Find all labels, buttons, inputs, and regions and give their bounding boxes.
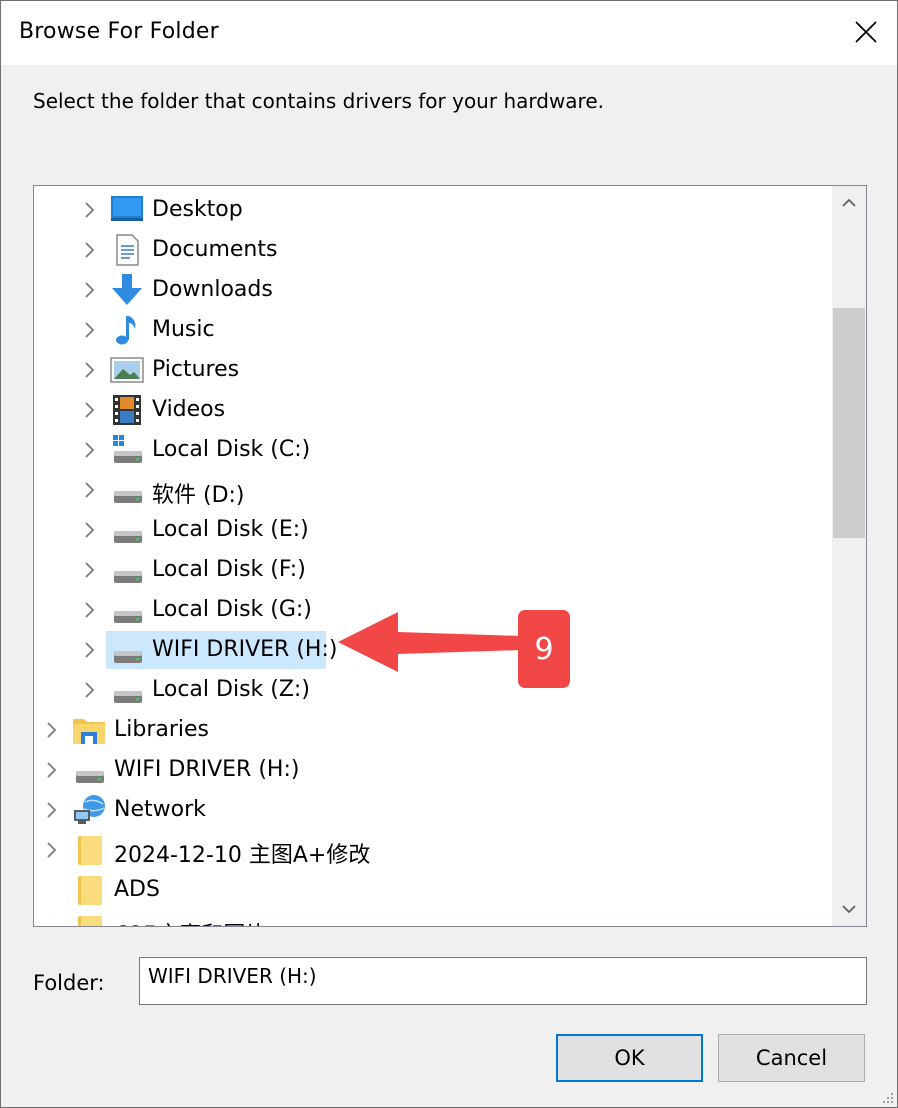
drive-icon: [110, 674, 144, 706]
resize-grip-icon[interactable]: [879, 1089, 895, 1105]
expand-chevron-icon[interactable]: [80, 561, 98, 579]
tree-item-label: 2024-12-10 主图A+修改: [114, 843, 371, 868]
folder-tree[interactable]: Desktop Documents Downloads Music Pictures Vi…: [33, 185, 867, 927]
tree-item[interactable]: Network: [34, 790, 830, 830]
tree-item[interactable]: Local Disk (F:): [34, 550, 830, 590]
desktop-icon: [110, 194, 144, 226]
expand-chevron-icon[interactable]: [80, 321, 98, 339]
folder-icon: [72, 914, 106, 926]
tree-item[interactable]: C25文案和图片: [34, 910, 830, 926]
tree-item-label: WIFI DRIVER (H:): [152, 637, 338, 662]
tree-item[interactable]: Documents: [34, 230, 830, 270]
vertical-scrollbar[interactable]: [832, 186, 866, 926]
drive-icon: [110, 474, 144, 506]
tree-item[interactable]: ADS: [34, 870, 830, 910]
videos-icon: [110, 394, 144, 426]
expand-chevron-icon[interactable]: [80, 481, 98, 499]
close-button[interactable]: [835, 1, 897, 63]
instruction-text: Select the folder that contains drivers …: [33, 89, 604, 113]
tree-item-label: Network: [114, 797, 206, 822]
expand-chevron-icon[interactable]: [80, 281, 98, 299]
expand-chevron-icon[interactable]: [80, 641, 98, 659]
tree-item-label: WIFI DRIVER (H:): [114, 757, 300, 782]
tree-item-label: Music: [152, 317, 215, 342]
tree-item[interactable]: Music: [34, 310, 830, 350]
chevron-down-icon: [842, 905, 856, 914]
expand-chevron-icon[interactable]: [42, 761, 60, 779]
dialog-title: Browse For Folder: [19, 19, 219, 44]
tree-item-label: 软件 (D:): [152, 483, 245, 508]
expand-chevron-icon[interactable]: [42, 801, 60, 819]
tree-item-label: Videos: [152, 397, 226, 422]
browse-for-folder-dialog: Browse For Folder Select the folder that…: [0, 0, 898, 1108]
expand-chevron-icon[interactable]: [42, 721, 60, 739]
pictures-icon: [110, 354, 144, 386]
libraries-icon: [72, 714, 106, 746]
music-icon: [110, 314, 144, 346]
scrollbar-thumb[interactable]: [833, 308, 865, 538]
folder-icon: [72, 874, 106, 906]
cancel-button[interactable]: Cancel: [718, 1034, 865, 1082]
drive-icon: [110, 634, 144, 666]
expand-chevron-icon[interactable]: [42, 841, 60, 859]
tree-item-label: ADS: [114, 877, 160, 902]
tree-item-label: Libraries: [114, 717, 210, 742]
close-icon: [855, 21, 877, 43]
tree-item[interactable]: Desktop: [34, 190, 830, 230]
tree-item-label: Documents: [152, 237, 278, 262]
tree-item[interactable]: Pictures: [34, 350, 830, 390]
folder-tree-items: Desktop Documents Downloads Music Pictures Vi…: [34, 186, 830, 926]
annotation-arrow: [338, 612, 522, 672]
chevron-up-icon: [842, 198, 856, 207]
tree-item-label: Local Disk (C:): [152, 437, 311, 462]
expand-chevron-icon[interactable]: [80, 601, 98, 619]
documents-icon: [110, 234, 144, 266]
folder-icon: [72, 834, 106, 866]
tree-item-label: Local Disk (E:): [152, 517, 309, 542]
tree-item[interactable]: Videos: [34, 390, 830, 430]
expand-chevron-icon[interactable]: [80, 441, 98, 459]
tree-item[interactable]: Local Disk (C:): [34, 430, 830, 470]
tree-item[interactable]: Libraries: [34, 710, 830, 750]
expand-chevron-icon[interactable]: [80, 401, 98, 419]
tree-item-label: Pictures: [152, 357, 240, 382]
scroll-down-button[interactable]: [832, 892, 866, 926]
expand-chevron-icon[interactable]: [80, 681, 98, 699]
network-icon: [72, 794, 106, 826]
expand-chevron-icon[interactable]: [80, 241, 98, 259]
drive-icon: [110, 594, 144, 626]
folder-label: Folder:: [33, 971, 105, 995]
tree-item-label: Local Disk (G:): [152, 597, 312, 622]
system-drive-icon: [110, 434, 144, 466]
drive-icon: [72, 754, 106, 786]
tree-item[interactable]: 软件 (D:): [34, 470, 830, 510]
downloads-icon: [110, 274, 144, 306]
expand-chevron-icon[interactable]: [80, 201, 98, 219]
tree-item[interactable]: 2024-12-10 主图A+修改: [34, 830, 830, 870]
expand-chevron-icon[interactable]: [80, 521, 98, 539]
tree-item-label: Local Disk (F:): [152, 557, 306, 582]
tree-item[interactable]: Downloads: [34, 270, 830, 310]
drive-icon: [110, 554, 144, 586]
step-number-badge: 9: [518, 610, 570, 688]
tree-item[interactable]: Local Disk (E:): [34, 510, 830, 550]
title-bar[interactable]: Browse For Folder: [1, 1, 897, 65]
tree-item-label: Downloads: [152, 277, 273, 302]
tree-item-label: C25文案和图片: [114, 917, 267, 926]
tree-item-label: Local Disk (Z:): [152, 677, 310, 702]
drive-icon: [110, 514, 144, 546]
expand-chevron-icon[interactable]: [80, 361, 98, 379]
tree-item[interactable]: WIFI DRIVER (H:): [34, 750, 830, 790]
scroll-up-button[interactable]: [832, 186, 866, 220]
folder-input[interactable]: [139, 957, 867, 1005]
tree-item-label: Desktop: [152, 197, 243, 222]
ok-button[interactable]: OK: [556, 1034, 703, 1082]
